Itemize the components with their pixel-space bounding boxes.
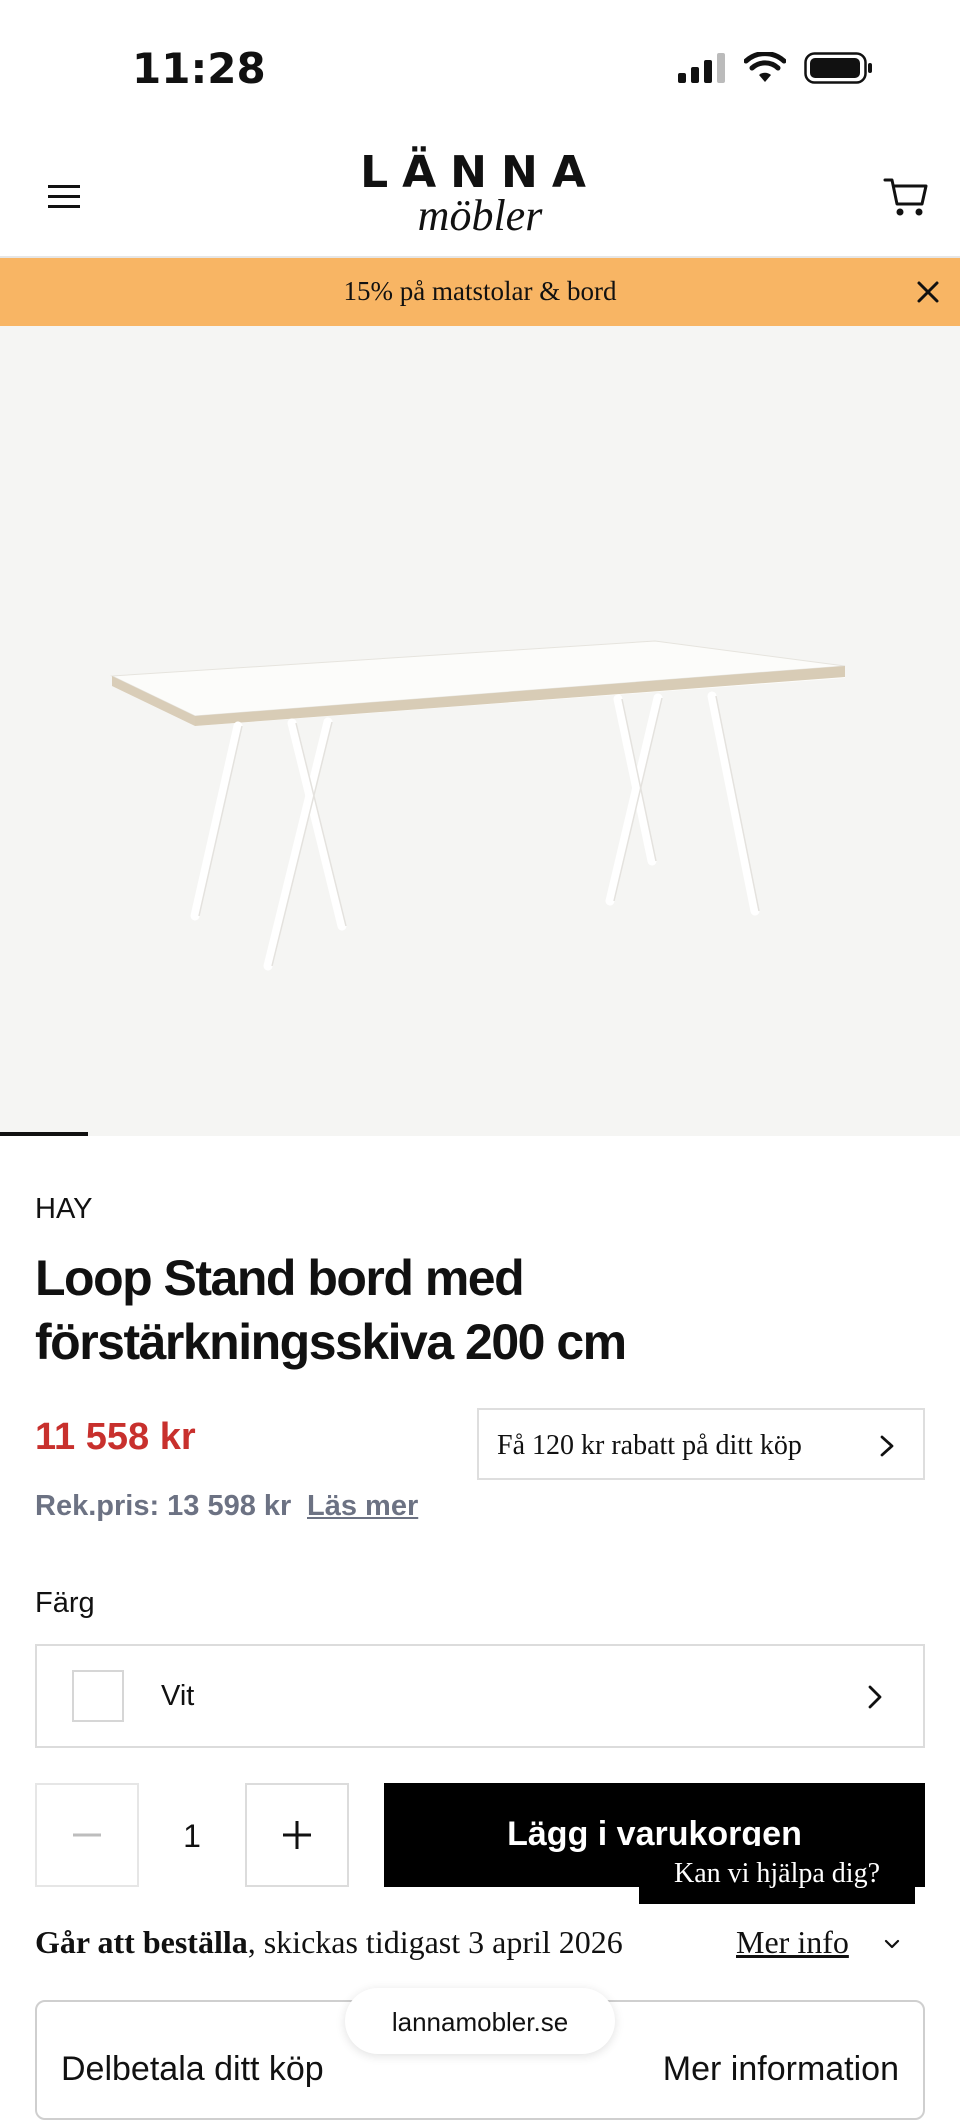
promo-banner[interactable]: 15% på matstolar & bord bbox=[0, 258, 960, 326]
product-price: 11 558 kr bbox=[35, 1416, 196, 1458]
more-info-link[interactable]: Mer info bbox=[736, 1924, 849, 1961]
promo-text: 15% på matstolar & bord bbox=[343, 276, 617, 306]
browser-url-bar[interactable]: lannamobler.se bbox=[345, 1988, 615, 2054]
color-swatch bbox=[72, 1670, 124, 1722]
quantity-value[interactable]: 1 bbox=[139, 1818, 245, 1855]
status-icons bbox=[678, 52, 874, 84]
installment-label: Delbetala ditt köp bbox=[61, 2050, 324, 2088]
status-time: 11:28 bbox=[132, 44, 266, 93]
product-title: Loop Stand bord med förstärkningsskiva 2… bbox=[35, 1250, 627, 1370]
recommended-price: Rek.pris: 13 598 kr bbox=[35, 1490, 292, 1522]
color-select[interactable]: Vit bbox=[35, 1644, 925, 1748]
shipping-info: Går att beställa, skickas tidigast 3 apr… bbox=[35, 1924, 623, 1961]
help-chat-button[interactable]: Kan vi hjälpa dig? bbox=[639, 1846, 915, 1904]
product-brand[interactable]: HAY bbox=[35, 1193, 92, 1226]
product-image bbox=[110, 640, 846, 971]
gallery-indicator bbox=[0, 1132, 88, 1136]
promo-close-button[interactable] bbox=[910, 274, 946, 310]
battery-icon bbox=[804, 52, 872, 84]
cart-icon bbox=[883, 178, 928, 216]
logo-subtitle: möbler bbox=[417, 191, 543, 240]
wifi-icon bbox=[744, 52, 786, 82]
minus-icon bbox=[73, 1833, 101, 1837]
url-text: lannamobler.se bbox=[391, 2007, 569, 2037]
quantity-increase-button[interactable] bbox=[245, 1783, 349, 1887]
quantity-decrease-button[interactable] bbox=[35, 1783, 139, 1887]
help-chat-label: Kan vi hjälpa dig? bbox=[673, 1858, 881, 1889]
read-more-link[interactable]: Läs mer bbox=[307, 1490, 418, 1523]
chevron-right-icon bbox=[868, 1685, 882, 1709]
signal-icon bbox=[678, 53, 725, 83]
discount-button[interactable]: Få 120 kr rabatt på ditt köp bbox=[477, 1408, 925, 1480]
chevron-right-icon bbox=[880, 1435, 894, 1457]
discount-label: Få 120 kr rabatt på ditt köp bbox=[497, 1430, 802, 1461]
logo-wordmark: LÄNNA bbox=[360, 147, 600, 198]
cart-button[interactable] bbox=[882, 172, 930, 220]
product-gallery[interactable] bbox=[0, 326, 960, 1136]
status-bar: 11:28 bbox=[0, 0, 960, 130]
color-value: Vit bbox=[161, 1680, 195, 1712]
color-label: Färg bbox=[35, 1587, 95, 1619]
site-header: LÄNNA möbler bbox=[0, 130, 960, 258]
plus-icon bbox=[283, 1821, 311, 1849]
chevron-down-icon[interactable] bbox=[884, 1938, 900, 1950]
availability-status: Går att beställa bbox=[35, 1924, 248, 1960]
close-icon bbox=[917, 281, 939, 303]
installment-info-link[interactable]: Mer information bbox=[663, 2050, 899, 2089]
dispatch-date: , skickas tidigast 3 april 2026 bbox=[247, 1924, 623, 1960]
site-logo[interactable]: LÄNNA möbler bbox=[0, 150, 960, 238]
